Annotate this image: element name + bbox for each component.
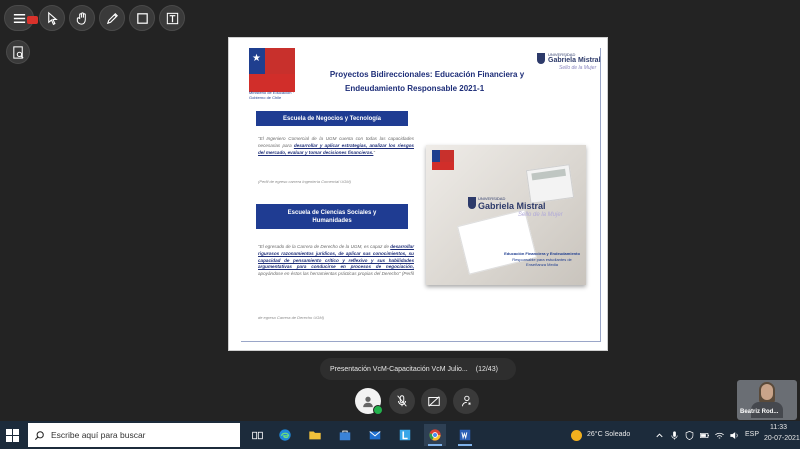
task-view-button[interactable] (246, 424, 268, 446)
word-button[interactable] (454, 424, 476, 446)
ugm-logo-tagline: Sello de la Mujer (559, 65, 597, 71)
hand-button[interactable] (69, 5, 95, 31)
notification-badge (27, 16, 38, 24)
volume-tray-button[interactable] (728, 429, 740, 441)
mute-button[interactable] (389, 388, 415, 414)
store-button[interactable] (334, 424, 356, 446)
shield-tray-icon (685, 430, 693, 440)
search-document-icon (12, 45, 24, 59)
avatar-icon (363, 396, 373, 408)
mail-button[interactable] (364, 424, 386, 446)
photo-caption-line1: Educación Financiera y Endeudamiento (504, 251, 580, 256)
taskbar-search-input[interactable]: Escribe aquí para buscar (28, 423, 240, 447)
presentation-title: Presentación VcM-Capacitación VcM Julio.… (330, 365, 468, 373)
government-logo-text: Ministerio de Educación · Gobierno de Ch… (249, 90, 294, 100)
battery-icon (699, 432, 709, 438)
school-business-heading: Escuela de Negocios y Tecnología (256, 111, 408, 126)
mail-icon (369, 431, 381, 440)
school-social-quote: "El egresado de la Carrera de Derecho de… (258, 244, 414, 278)
network-tray-button[interactable] (713, 429, 725, 441)
mic-off-icon (397, 395, 407, 407)
star-icon: ★ (252, 53, 261, 64)
quote-text: "El egresado de la Carrera de Derecho de… (258, 244, 391, 249)
shield-icon (537, 53, 545, 64)
participants-button[interactable] (453, 388, 479, 414)
windows-taskbar: Escribe aquí para buscar 26°C Soleado ES… (0, 421, 800, 449)
store-icon (339, 430, 351, 441)
participants-icon (462, 395, 471, 407)
file-explorer-icon (309, 431, 321, 440)
school-business-source: (Perfil de egreso carrera Ingeniería Com… (258, 179, 351, 184)
presentation-caption-bar[interactable]: Presentación VcM-Capacitación VcM Julio.… (320, 358, 516, 380)
page-counter: (12/43) (475, 365, 498, 373)
quote-text-end: apoyándose en éstos las herramientas prá… (258, 271, 414, 277)
school-social-source: de egreso Carrera de Derecho UGM) (258, 315, 325, 320)
sun-icon[interactable] (571, 430, 582, 441)
search-placeholder: Escribe aquí para buscar (51, 430, 146, 440)
pen-button[interactable] (99, 5, 125, 31)
government-logo-small (432, 150, 454, 172)
file-explorer-button[interactable] (304, 424, 326, 446)
slide-title-line2: Endeudamiento Responsable 2021-1 (345, 84, 485, 93)
school-business-quote: "El Ingeniero Comercial de la UGM cuenta… (258, 136, 414, 156)
menu-icon (13, 13, 25, 23)
language-indicator[interactable]: ESP (745, 431, 759, 438)
slide-title-line1: Proyectos Bidireccionales: Educación Fin… (329, 70, 525, 79)
pointer-icon (47, 11, 58, 25)
project-cover-image: UNIVERSIDAD Gabriela Mistral Sello de la… (426, 145, 586, 285)
l-app-button[interactable] (394, 424, 416, 446)
word-icon (459, 429, 471, 441)
start-button[interactable] (6, 429, 19, 442)
participant-video-tile[interactable]: Beatriz Rod... (737, 380, 797, 420)
microphone-tray-button[interactable] (668, 429, 680, 441)
weather-text[interactable]: 26°C Soleado (587, 431, 630, 438)
presentation-slide: ★ Ministerio de Educación · Gobierno de … (228, 37, 608, 351)
quote-text-end: " (373, 149, 376, 155)
l-app-icon (399, 429, 411, 441)
hand-icon (76, 11, 86, 25)
edge-icon (279, 429, 291, 441)
chrome-button[interactable] (424, 424, 446, 446)
government-logo: ★ (249, 48, 295, 94)
pointer-button[interactable] (39, 5, 65, 31)
participant-name: Beatriz Rod... (740, 409, 779, 415)
rectangle-button[interactable] (129, 5, 155, 31)
microphone-icon (670, 430, 678, 440)
security-tray-button[interactable] (683, 429, 695, 441)
text-stamp-icon (166, 12, 178, 24)
battery-tray-button[interactable] (698, 429, 710, 441)
shield-icon (468, 197, 476, 209)
tray-chevron-button[interactable] (653, 429, 665, 441)
rectangle-icon (136, 12, 148, 24)
wifi-icon (714, 432, 724, 439)
status-check-icon (373, 405, 383, 415)
photo-caption: Educación Financiera y Endeudamiento Res… (502, 251, 582, 268)
camera-button[interactable] (421, 388, 447, 414)
search-icon (34, 430, 44, 440)
text-stamp-button[interactable] (159, 5, 185, 31)
pen-icon (106, 12, 118, 24)
calculator-icon (525, 164, 575, 204)
task-view-icon (251, 431, 263, 439)
screen: ★ Ministerio de Educación · Gobierno de … (0, 0, 800, 449)
ugm-logo: UNIVERSIDAD Gabriela Mistral Sello de la… (537, 52, 605, 76)
search-document-button[interactable] (6, 40, 30, 64)
clock-time[interactable]: 11:33 (770, 424, 787, 431)
chrome-icon (429, 429, 441, 441)
speaker-icon (729, 431, 738, 439)
camera-off-icon (428, 396, 440, 407)
photo-ugm-name: Gabriela Mistral (478, 201, 546, 211)
school-social-heading: Escuela de Ciencias Sociales y Humanidad… (256, 204, 408, 229)
edge-button[interactable] (274, 424, 296, 446)
ugm-logo-name: Gabriela Mistral (548, 57, 601, 64)
clock-date[interactable]: 20-07-2021 (764, 435, 800, 442)
photo-caption-line3: Enseñanza Media (525, 262, 559, 267)
photo-ugm-tagline: Sello de la Mujer (518, 212, 563, 218)
chevron-up-icon (655, 432, 663, 437)
